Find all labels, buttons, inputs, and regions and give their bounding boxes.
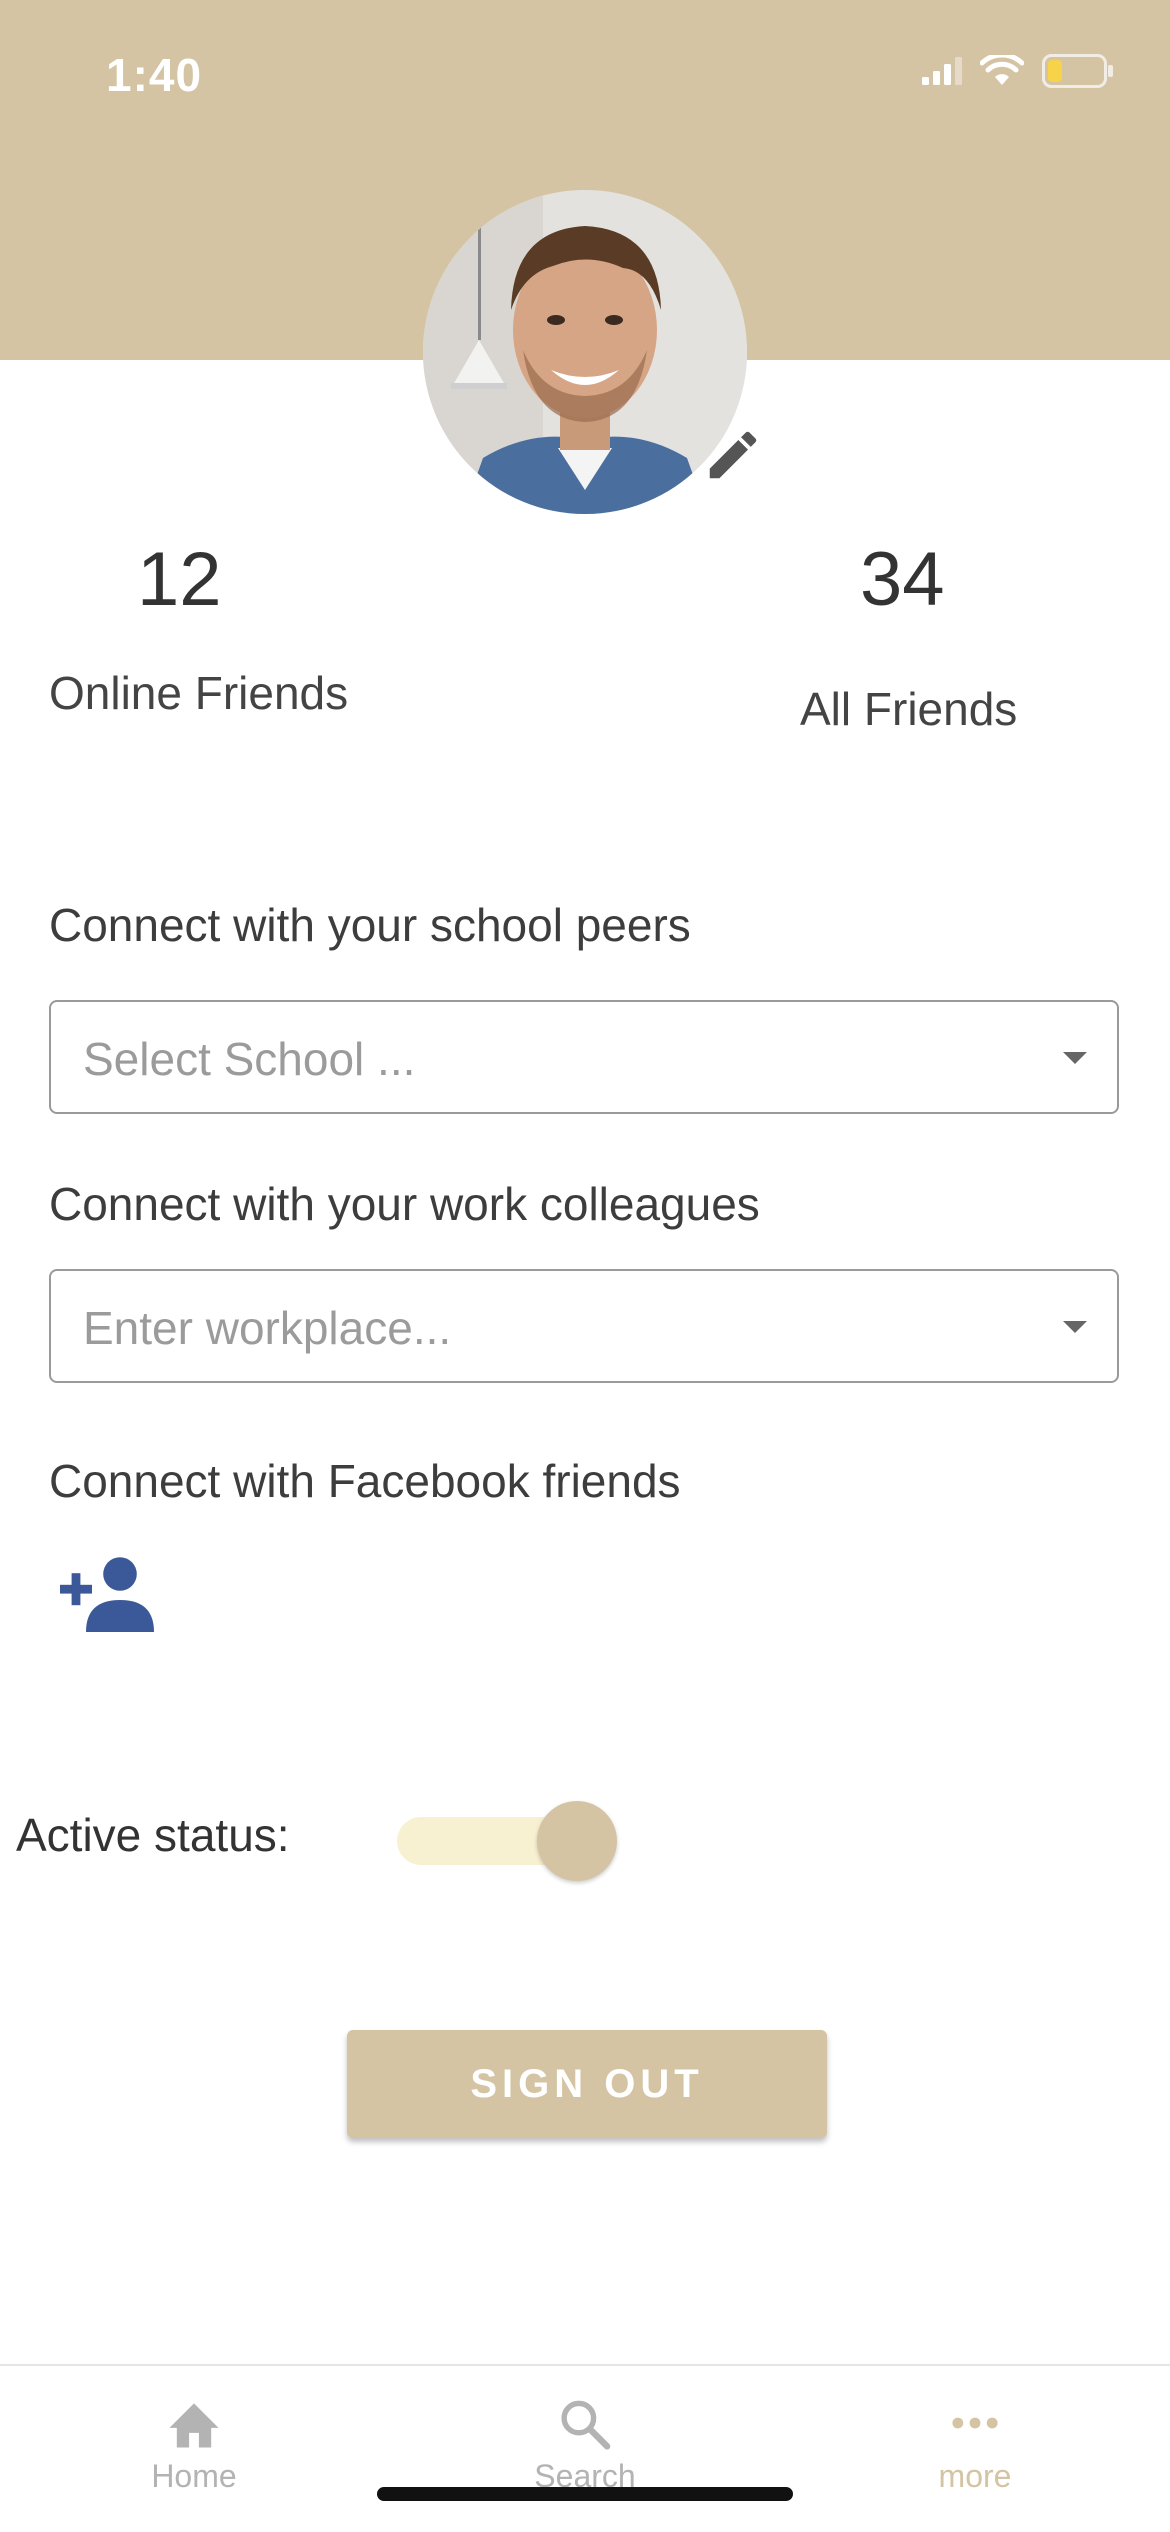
all-friends-label: All Friends (800, 683, 1018, 735)
sign-out-button[interactable]: SIGN OUT (347, 2030, 827, 2138)
tab-home[interactable]: Home (74, 2396, 314, 2495)
profile-screen: 1:40 12 Online Friends 34 All Friends Co… (0, 0, 1170, 2532)
tab-more[interactable]: more (855, 2396, 1095, 2495)
wifi-icon (980, 55, 1024, 85)
facebook-section-label: Connect with Facebook friends (49, 1455, 681, 1507)
all-friends-count: 34 (860, 537, 945, 622)
workplace-select-placeholder: Enter workplace... (83, 1302, 452, 1354)
tab-home-label: Home (151, 2458, 237, 2494)
home-icon (169, 2403, 219, 2448)
online-friends-count: 12 (137, 537, 222, 622)
cellular-signal-icon (922, 57, 962, 85)
active-status-label: Active status: (16, 1809, 290, 1861)
add-person-icon[interactable] (60, 1556, 156, 1632)
online-friends-label: Online Friends (49, 667, 349, 719)
active-status-toggle-thumb[interactable] (537, 1801, 617, 1881)
status-icons (922, 54, 1114, 88)
profile-avatar[interactable] (423, 190, 747, 514)
battery-icon (1042, 54, 1113, 88)
work-section-label: Connect with your work colleagues (49, 1178, 760, 1230)
home-indicator[interactable] (377, 2487, 793, 2501)
edit-pencil-icon[interactable] (702, 424, 764, 486)
workplace-select[interactable]: Enter workplace... (49, 1269, 1119, 1383)
tab-more-label: more (938, 2458, 1012, 2494)
chevron-down-icon (1063, 1321, 1087, 1333)
status-time: 1:40 (106, 49, 203, 101)
school-section-label: Connect with your school peers (49, 899, 691, 951)
school-select-placeholder: Select School ... (83, 1033, 416, 1085)
tab-search[interactable]: Search (465, 2396, 705, 2495)
more-icon (952, 2417, 998, 2429)
bottom-tab-bar: Home Search more (0, 2364, 1170, 2532)
search-icon (561, 2400, 611, 2450)
profile-photo (423, 190, 747, 514)
school-select[interactable]: Select School ... (49, 1000, 1119, 1114)
chevron-down-icon (1063, 1052, 1087, 1064)
